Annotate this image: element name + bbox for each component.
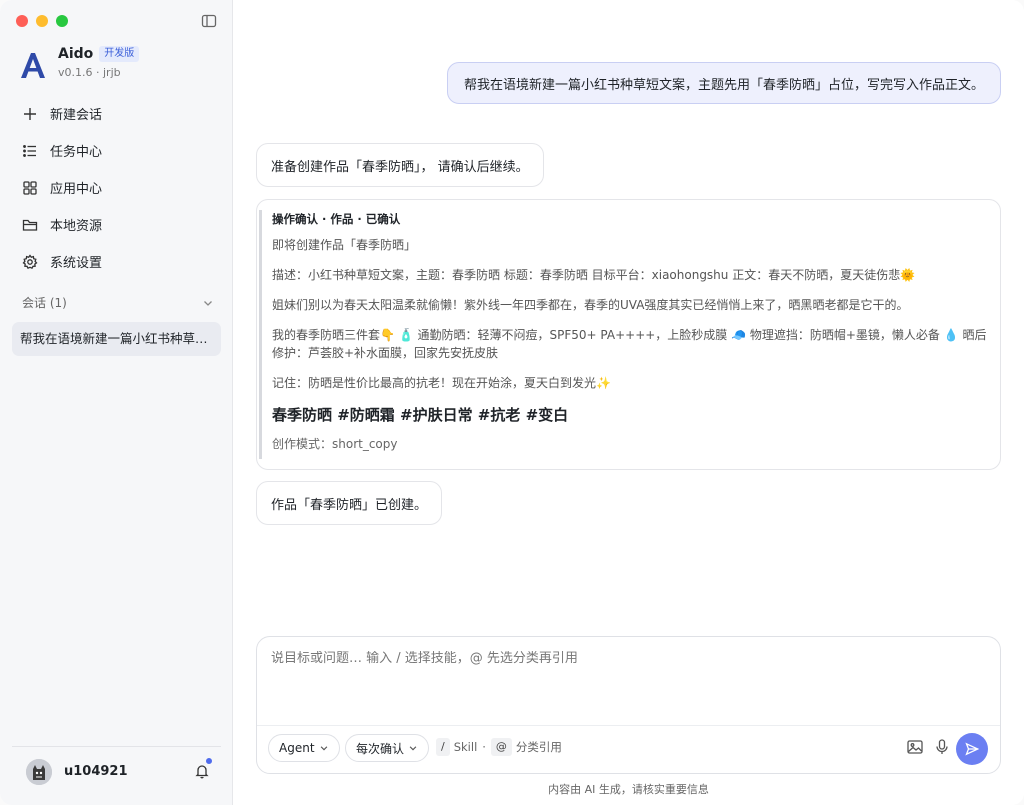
plus-icon [24,107,36,120]
at-key: @ [490,738,512,756]
chat-input[interactable] [271,651,971,666]
sessions-header-label: 会话 (1) [22,296,67,310]
app-logo-icon [21,53,45,78]
slash-key: / [436,738,450,756]
window-controls [16,15,68,27]
sidebar-item-label: 应用中心 [50,182,103,197]
card-tags: 春季防晒 #防晒霜 #护肤日常 #抗老 #变白 [272,406,569,424]
confirm-mode-label: 每次确认 [356,741,405,756]
minimize-window-button[interactable] [36,15,48,27]
sidebar-item-settings[interactable]: 系统设置 [12,243,222,280]
chevron-down-icon [320,746,327,751]
card-line: 我的春季防晒三件套👇 🧴 通勤防晒：轻薄不闷痘，SPF50+ PA++++，上脸… [272,328,987,360]
card-line: 描述：小红书种草短文案，主题：春季防晒 标题：春季防晒 目标平台：xiaohon… [272,268,916,282]
maximize-window-button[interactable] [56,15,68,27]
image-upload-icon[interactable] [906,738,924,756]
assistant-message: 作品「春季防晒」已创建。 [256,481,443,525]
username: u104921 [64,764,128,779]
user-message: 帮我在语境新建一篇小红书种草短文案，主题先用「春季防晒」占位，写完写入作品正文。 [446,62,1001,104]
send-button[interactable] [956,733,988,765]
notification-dot [206,758,212,764]
microphone-icon[interactable] [933,738,951,756]
close-window-button[interactable] [16,15,28,27]
card-line: 即将创建作品「春季防晒」 [272,238,417,252]
chevron-down-icon [204,300,212,306]
skill-hint: Skill [453,740,478,754]
list-icon [23,144,36,157]
sessions-header[interactable]: 会话 (1) [22,294,214,311]
sidebar-item-tasks[interactable]: 任务中心 [12,132,222,169]
session-item[interactable]: 帮我在语境新建一篇小红书种草短文案，主题先用「春季防晒」占位，写完写入作品正文。 [12,322,221,356]
sidebar-item-label: 任务中心 [50,145,103,160]
confirm-mode-select[interactable]: 每次确认 [345,734,430,762]
grid-icon [23,180,37,195]
user-bar: u104921 [12,746,221,796]
card-line: 姐妹们别以为春天太阳温柔就偷懒！紫外线一年四季都在，春季的UVA强度其实已经悄悄… [272,298,909,312]
composer-hints: / Skill · @ 分类引用 [436,738,562,756]
cat-avatar-icon [26,758,52,785]
sidebar-item-label: 本地资源 [50,219,103,234]
dev-badge: 开发版 [99,46,140,62]
sidebar-item-local-resources[interactable]: 本地资源 [12,206,222,243]
chat-main: 帮我在语境新建一篇小红书种草短文案，主题先用「春季防晒」占位，写完写入作品正文。… [233,0,1024,805]
card-mode: 创作模式：short_copy [272,437,398,451]
agent-mode-select[interactable]: Agent [268,734,340,762]
card-title: 操作确认 · 作品 · 已确认 [272,212,401,226]
avatar[interactable] [26,758,52,785]
app-name: Aido [58,46,94,62]
app-window: Aido 开发版 v0.1.6 · jrjb 新建会话 任务中心 应用中心 本地… [0,0,1024,805]
card-line: 记住：防晒是性价比最高的抗老！现在开始涂，夏天白到发光✨ [272,376,611,390]
agent-mode-label: Agent [279,741,315,755]
sidebar-toggle-icon[interactable] [201,13,217,29]
sidebar-item-label: 系统设置 [50,256,103,271]
hint-separator: · [482,740,486,754]
app-version: v0.1.6 · jrjb [58,66,121,79]
assistant-message: 准备创建作品「春季防晒」， 请确认后继续。 [256,143,544,187]
sidebar-nav: 新建会话 任务中心 应用中心 本地资源 系统设置 [12,95,222,280]
composer-divider [257,725,1000,726]
confirmation-card: 操作确认 · 作品 · 已确认 即将创建作品「春季防晒」 描述：小红书种草短文案… [256,199,1001,470]
sidebar: Aido 开发版 v0.1.6 · jrjb 新建会话 任务中心 应用中心 本地… [0,0,233,805]
ai-disclaimer: 内容由 AI 生成，请核实重要信息 [548,783,709,796]
send-icon [965,742,979,756]
composer: Agent 每次确认 / Skill · @ 分类引用 [256,636,1001,774]
gear-icon [22,253,38,269]
bell-icon[interactable] [194,763,210,779]
sidebar-item-apps[interactable]: 应用中心 [12,169,222,206]
at-hint: 分类引用 [515,740,562,754]
brand: Aido 开发版 v0.1.6 · jrjb [18,46,140,80]
chevron-down-icon [409,746,417,751]
sidebar-item-label: 新建会话 [50,108,103,123]
folder-icon [22,219,38,231]
sidebar-item-new-chat[interactable]: 新建会话 [12,95,222,132]
